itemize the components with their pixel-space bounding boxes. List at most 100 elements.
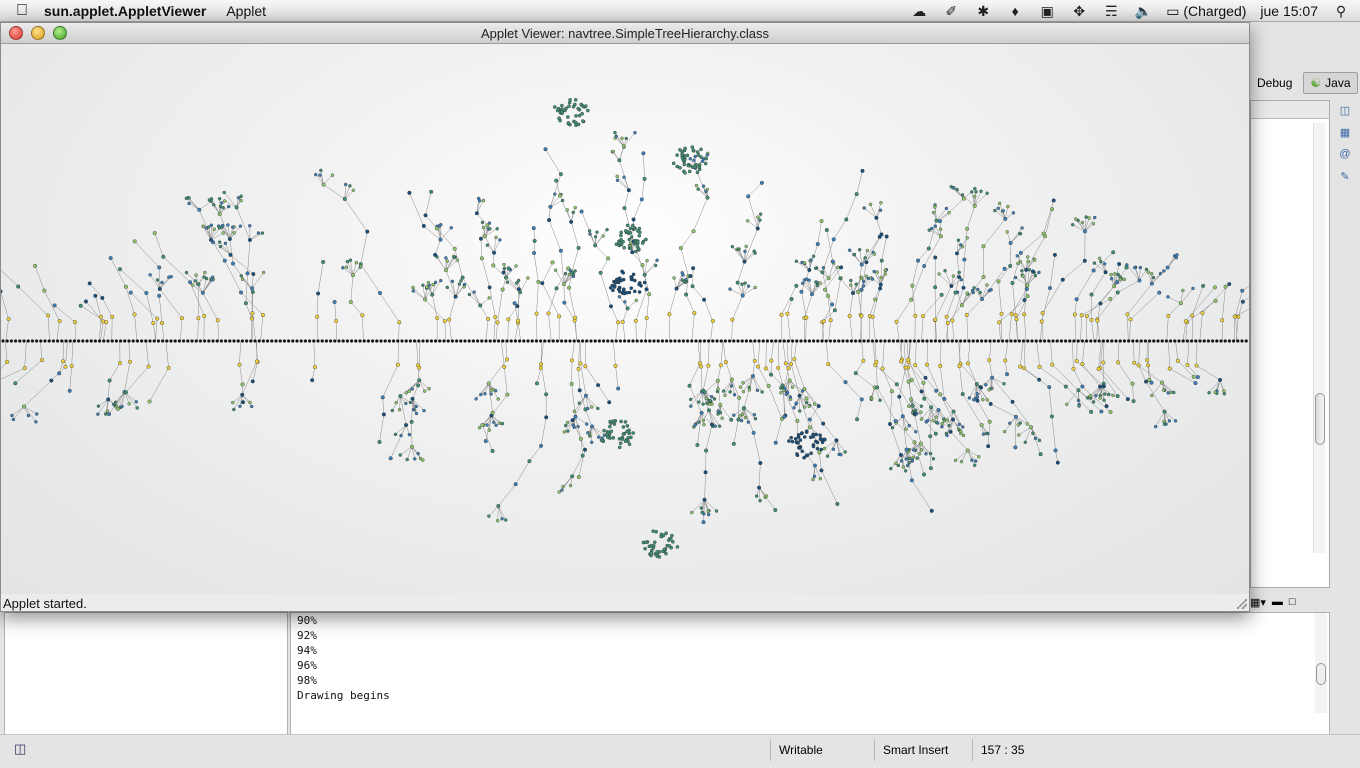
graph-node: [821, 266, 826, 270]
app-menu[interactable]: sun.applet.AppletViewer: [44, 3, 206, 19]
graph-node: [1013, 275, 1018, 280]
evernote-icon[interactable]: ♦: [1006, 3, 1024, 19]
outline-scrollbar[interactable]: [1313, 123, 1325, 553]
graph-node: [39, 339, 43, 343]
graph-node: [851, 291, 856, 296]
graph-edge: [912, 260, 919, 286]
minimize-view-icon[interactable]: ▬: [1272, 596, 1283, 608]
graph-node: [699, 364, 704, 369]
graph-node: [818, 433, 822, 437]
graph-node: [1223, 339, 1227, 343]
graph-node: [566, 121, 571, 125]
graph-edge: [344, 198, 368, 232]
graph-node: [1037, 377, 1042, 382]
graph-node: [387, 339, 392, 343]
graph-node: [785, 311, 790, 316]
graph-node: [1213, 298, 1218, 303]
graph-node: [93, 339, 98, 343]
graph-edge: [424, 299, 445, 322]
hierarchy-view-icon[interactable]: ▦: [1337, 124, 1353, 140]
display-icon[interactable]: ▣: [1038, 3, 1056, 20]
graph-node: [188, 280, 193, 285]
outline-scroll-thumb[interactable]: [1315, 393, 1325, 445]
graph-node: [76, 339, 81, 343]
cloud-icon[interactable]: ☁: [910, 3, 928, 20]
graph-node: [227, 204, 231, 209]
graph-node: [635, 339, 639, 343]
java-perspective-button[interactable]: ☯ Java: [1303, 72, 1358, 94]
graph-node: [538, 339, 543, 343]
graph-node: [566, 115, 570, 119]
bluetooth-icon[interactable]: ✱: [974, 3, 992, 20]
graph-node: [358, 339, 362, 343]
volume-icon[interactable]: 🔈: [1134, 3, 1152, 20]
graph-node: [821, 421, 826, 426]
graph-node: [577, 388, 582, 393]
script-icon[interactable]: ✐: [942, 3, 960, 20]
graph-node: [303, 339, 308, 343]
graph-node: [1084, 314, 1089, 319]
restore-view-icon[interactable]: ◫: [1337, 102, 1353, 118]
graph-node: [703, 390, 707, 394]
graph-edge: [794, 359, 805, 390]
graph-node: [274, 339, 278, 343]
graph-node: [699, 506, 703, 510]
graph-node: [797, 393, 802, 398]
debug-perspective-button[interactable]: Debug: [1250, 72, 1299, 94]
graph-node: [943, 269, 947, 273]
console-scroll-thumb[interactable]: [1316, 663, 1326, 685]
javadoc-view-icon[interactable]: @: [1337, 146, 1353, 162]
battery-status[interactable]: ▭ (Charged): [1166, 3, 1246, 20]
graph-node: [753, 285, 757, 290]
applet-menu[interactable]: Applet: [226, 3, 266, 19]
new-console-icon[interactable]: ▦▾: [1250, 596, 1266, 609]
graph-node: [1033, 258, 1037, 262]
declaration-view-icon[interactable]: ✎: [1337, 168, 1353, 184]
graph-edge: [963, 259, 965, 288]
graph-node: [988, 339, 992, 343]
fast-view-icon[interactable]: ◫: [14, 741, 26, 757]
spotlight-search-icon[interactable]: ⚲: [1332, 3, 1350, 20]
graph-node: [778, 339, 782, 343]
graph-node: [887, 422, 892, 427]
console-scrollbar[interactable]: [1315, 613, 1327, 713]
graph-edge: [1098, 340, 1102, 369]
graph-node: [691, 148, 695, 153]
apple-icon[interactable]: : [0, 2, 44, 20]
tree-graph-canvas[interactable]: [1, 44, 1249, 594]
wifi-icon[interactable]: ☴: [1102, 3, 1120, 20]
graph-node: [1220, 318, 1225, 323]
resize-grip[interactable]: [1237, 599, 1247, 609]
clock[interactable]: jue 15:07: [1260, 3, 1318, 19]
graph-node: [244, 339, 249, 343]
graph-node: [61, 359, 66, 364]
graph-edge: [1134, 267, 1140, 281]
graph-node: [814, 280, 818, 284]
graph-node: [844, 217, 849, 222]
graph-edge: [998, 322, 1001, 342]
graph-node: [393, 432, 398, 437]
graph-node: [981, 397, 985, 402]
graph-node: [411, 289, 416, 293]
graph-node: [820, 270, 825, 275]
graph-node: [718, 403, 723, 408]
maximize-view-icon[interactable]: □: [1289, 596, 1296, 608]
graph-node: [319, 168, 323, 173]
graph-node: [743, 415, 748, 420]
graph-node: [502, 262, 506, 267]
graph-node: [157, 293, 162, 298]
graph-node: [984, 339, 988, 343]
graph-edge: [1081, 298, 1111, 316]
graph-node: [800, 431, 804, 435]
graph-node: [909, 297, 914, 302]
graph-node: [1099, 409, 1104, 414]
graph-edge: [914, 364, 926, 379]
graph-edge: [1025, 236, 1046, 271]
move-icon[interactable]: ✥: [1070, 3, 1088, 20]
graph-edge: [504, 366, 508, 395]
graph-edge: [480, 238, 483, 259]
window-titlebar[interactable]: Applet Viewer: navtree.SimpleTreeHierarc…: [1, 23, 1249, 44]
graph-node: [239, 194, 243, 198]
graph-node: [985, 398, 989, 402]
graph-node: [1138, 265, 1143, 270]
